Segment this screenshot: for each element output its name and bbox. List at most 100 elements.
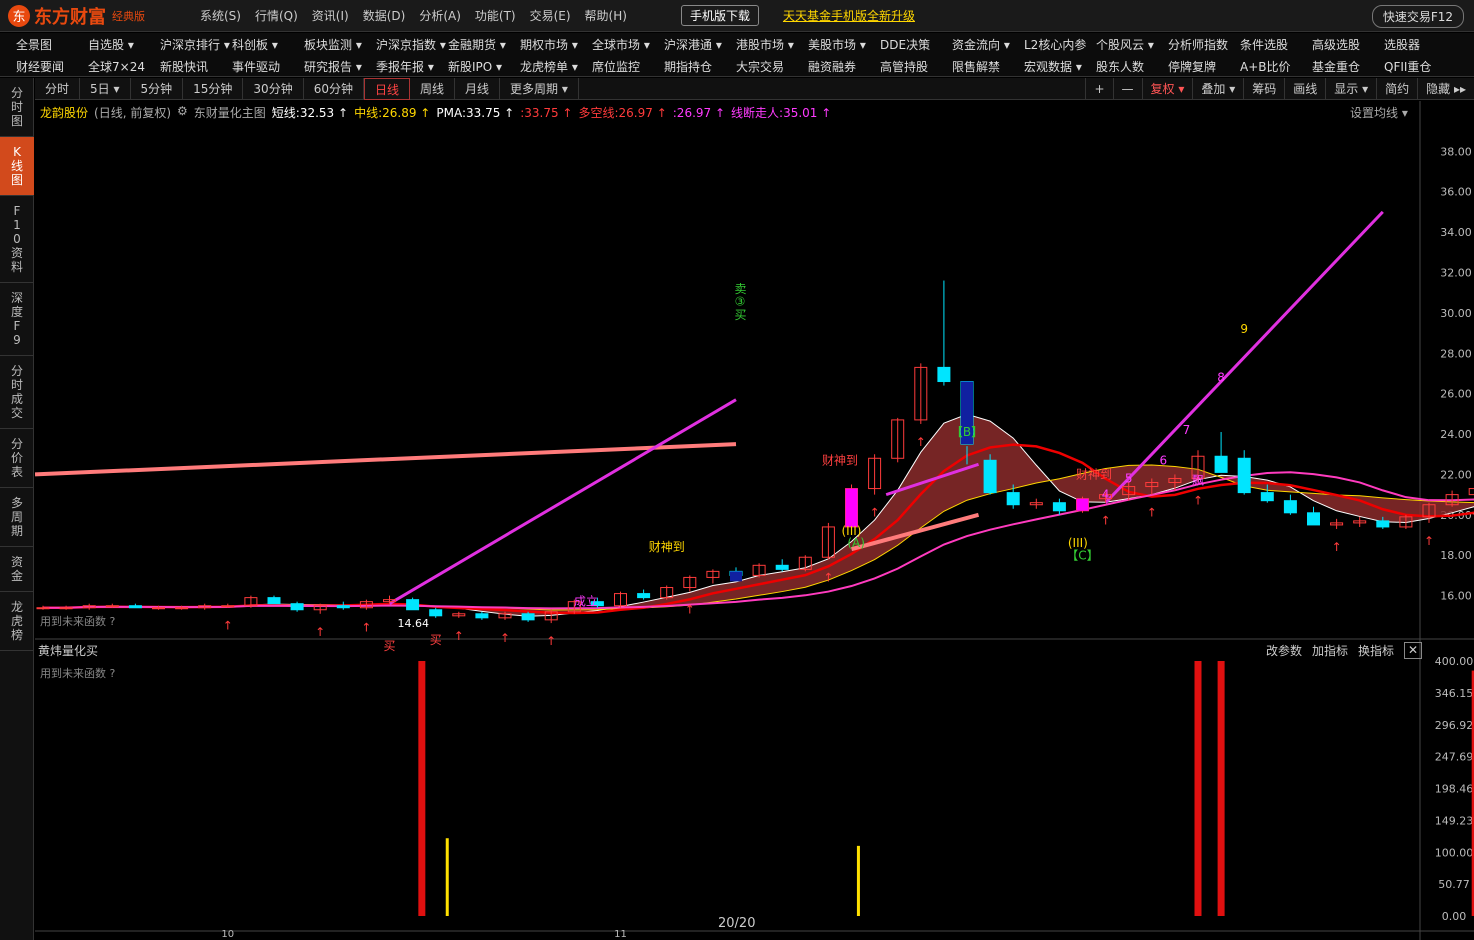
nav-item[interactable]: 全球7×24 xyxy=(72,58,145,75)
buy-arrow: ↑ xyxy=(223,619,233,633)
left-tab[interactable]: 龙虎榜 xyxy=(0,592,34,651)
left-tab[interactable]: F10资料 xyxy=(0,196,34,283)
nav-row-2: 财经要闻 全球7×24 新股快讯 事件驱动 研究报告 ▾ 季报年报 ▾ 新股IPO ▾ 龙虎榜… xyxy=(0,55,1474,77)
period-tab[interactable]: 分时 xyxy=(35,77,81,100)
nav-item[interactable]: 期指持仓 xyxy=(648,58,720,75)
period-tab[interactable]: 月线 xyxy=(455,77,501,100)
sub-tools: 改参数 加指标 换指标 ✕ xyxy=(1266,642,1432,659)
menu-help[interactable]: 帮助(H) xyxy=(585,7,627,24)
menu-analysis[interactable]: 分析(A) xyxy=(419,7,461,24)
nav-item[interactable]: 限售解禁 xyxy=(936,58,1008,75)
fund-ad-link[interactable]: 天天基金手机版全新升级 xyxy=(783,7,915,24)
tool-button[interactable]: 筹码 xyxy=(1243,78,1284,100)
nav-item[interactable]: 融资融券 xyxy=(792,58,864,75)
nav-item[interactable]: 龙虎榜单 ▾ xyxy=(504,58,578,75)
nav-item[interactable]: A+B比价 xyxy=(1224,58,1296,75)
left-tab[interactable]: K线图 xyxy=(0,137,34,196)
tool-button[interactable]: 画线 xyxy=(1284,78,1325,100)
nav-item[interactable]: 新股IPO ▾ xyxy=(432,58,504,75)
tool-button[interactable]: 简约 xyxy=(1376,78,1417,100)
nav-item[interactable]: 季报年报 ▾ xyxy=(360,58,434,75)
tool-button[interactable]: + xyxy=(1085,78,1112,100)
menu-system[interactable]: 系统(S) xyxy=(200,7,241,24)
nav-item[interactable]: 美股市场 ▾ xyxy=(792,36,866,53)
menu-info[interactable]: 资讯(I) xyxy=(312,7,349,24)
menu-trade[interactable]: 交易(E) xyxy=(530,7,571,24)
nav-item[interactable]: 高级选股 xyxy=(1296,36,1368,53)
nav-item[interactable]: 板块监测 ▾ xyxy=(288,36,362,53)
nav-item[interactable]: 自选股 ▾ xyxy=(72,36,144,53)
period-tab[interactable]: 30分钟 xyxy=(243,77,304,100)
nav-item[interactable]: DDE决策 xyxy=(864,36,936,53)
nav-item[interactable]: 高管持股 xyxy=(864,58,936,75)
nav-item[interactable]: 宏观数据 ▾ xyxy=(1008,58,1082,75)
period-tab[interactable]: 5日 ▾ xyxy=(80,77,131,100)
left-tab[interactable]: 深度F9 xyxy=(0,283,34,356)
nav-item[interactable]: 金融期货 ▾ xyxy=(432,36,506,53)
menu-function[interactable]: 功能(T) xyxy=(475,7,516,24)
period-tab[interactable]: 周线 xyxy=(410,77,456,100)
nav-item[interactable]: 事件驱动 xyxy=(216,58,288,75)
nav-item[interactable]: 个股风云 ▾ xyxy=(1080,36,1154,53)
period-tab[interactable]: 日线 xyxy=(363,77,410,100)
tool-button[interactable]: — xyxy=(1112,78,1142,100)
left-tab[interactable]: 资金 xyxy=(0,547,34,592)
mobile-download-button[interactable]: 手机版下载 xyxy=(680,5,759,26)
add-indicator-button[interactable]: 加指标 xyxy=(1312,642,1348,659)
x-tick-label: 11 xyxy=(614,929,627,940)
nav-item[interactable]: 新股快讯 xyxy=(144,58,216,75)
left-tab[interactable]: 分时图 xyxy=(0,78,34,137)
nav-item[interactable]: 科创板 ▾ xyxy=(216,36,288,53)
switch-indicator-button[interactable]: 换指标 xyxy=(1358,642,1394,659)
modify-params-button[interactable]: 改参数 xyxy=(1266,642,1302,659)
signal-label: 6 xyxy=(1160,453,1168,467)
candle-body xyxy=(637,593,651,599)
tool-button[interactable]: 隐藏 ▸▸ xyxy=(1417,78,1474,100)
tool-button[interactable]: 显示 ▾ xyxy=(1325,78,1376,100)
nav-item[interactable]: 沪深京排行 ▾ xyxy=(144,36,230,53)
menu-data[interactable]: 数据(D) xyxy=(363,7,406,24)
nav-item[interactable]: 选股器 xyxy=(1368,36,1440,53)
nav-item[interactable]: 财经要闻 xyxy=(0,58,72,75)
volume-bar xyxy=(445,838,449,916)
nav-item[interactable]: 停牌复牌 xyxy=(1152,58,1224,75)
nav-item[interactable]: 全景图 xyxy=(0,36,72,53)
nav-item[interactable]: 大宗交易 xyxy=(720,58,792,75)
candle-body xyxy=(475,613,489,619)
nav-item[interactable]: L2核心内参 xyxy=(1008,36,1086,53)
nav-item[interactable]: 分析师指数 xyxy=(1152,36,1228,53)
menu-quote[interactable]: 行情(Q) xyxy=(255,7,298,24)
period-tab[interactable]: 60分钟 xyxy=(304,77,364,100)
left-tab[interactable]: 分时成交 xyxy=(0,356,34,429)
nav-item[interactable]: 条件选股 xyxy=(1224,36,1296,53)
period-tab[interactable]: 5分钟 xyxy=(131,77,184,100)
nav-item[interactable]: 资金流向 ▾ xyxy=(936,36,1010,53)
signal-label: 4 xyxy=(1102,488,1110,502)
quick-trade-button[interactable]: 快速交易F12 xyxy=(1371,5,1464,28)
nav-item[interactable]: 席位监控 xyxy=(576,58,648,75)
tool-button[interactable]: 叠加 ▾ xyxy=(1192,78,1243,100)
short-line xyxy=(43,413,1474,617)
nav-item[interactable]: 基金重仓 xyxy=(1296,58,1368,75)
buy-arrow: ↑ xyxy=(1101,514,1111,528)
nav-item[interactable]: 股东人数 xyxy=(1080,58,1152,75)
close-icon[interactable]: ✕ xyxy=(1404,642,1423,659)
candle-body xyxy=(429,609,443,617)
nav-item[interactable]: 沪深港通 ▾ xyxy=(648,36,722,53)
period-list: 分时 5日 ▾ 5分钟 15分钟 30分钟 60分钟 日线 周线 月线 更多周期 ▾ xyxy=(35,77,579,100)
nav-item[interactable]: 港股市场 ▾ xyxy=(720,36,794,53)
nav-item[interactable]: QFII重仓 xyxy=(1368,58,1440,75)
period-tab[interactable]: 更多周期 ▾ xyxy=(500,77,579,100)
period-tab[interactable]: 15分钟 xyxy=(183,77,244,100)
tool-button[interactable]: 复权 ▾ xyxy=(1141,78,1193,100)
kline-chart[interactable]: 16.0018.0020.0022.0024.0026.0028.0030.00… xyxy=(35,101,1474,940)
candle-body xyxy=(1237,457,1251,494)
nav-item[interactable]: 期权市场 ▾ xyxy=(504,36,578,53)
nav-item[interactable]: 全球市场 ▾ xyxy=(576,36,650,53)
sub-y-tick-label: 100.00 xyxy=(1435,846,1474,859)
left-tab[interactable]: 分价表 xyxy=(0,429,34,488)
nav-item[interactable]: 研究报告 ▾ xyxy=(288,58,362,75)
nav-item[interactable]: 沪深京指数 ▾ xyxy=(360,36,446,53)
main-menu: 系统(S) 行情(Q) 资讯(I) 数据(D) 分析(A) 功能(T) 交易(E… xyxy=(200,7,641,24)
left-tab[interactable]: 多周期 xyxy=(0,488,34,547)
